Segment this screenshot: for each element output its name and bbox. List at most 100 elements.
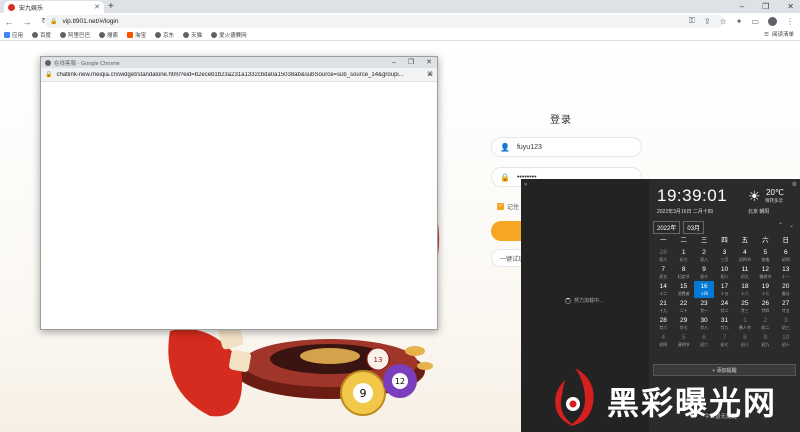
calendar-day[interactable]: 14 十二 (653, 281, 673, 298)
globe-icon (45, 59, 51, 66)
calendar-day[interactable]: 1 初七 (673, 247, 693, 264)
calendar-day[interactable]: 2 初八 (694, 247, 714, 264)
maximize-button[interactable]: ❐ (408, 57, 414, 68)
lunar-date: 廿八 (700, 325, 709, 330)
calendar-day[interactable]: 13 十一 (776, 264, 796, 281)
forward-icon[interactable]: → (22, 17, 32, 27)
calendar-day[interactable]: 6 初六 (694, 332, 714, 349)
calendar-day[interactable]: 28 初六 (653, 247, 673, 264)
lunar-date: 三月 (720, 257, 729, 262)
lunar-date: 十七 (761, 291, 770, 296)
share-icon[interactable]: ⇪ (704, 17, 711, 26)
calendar-day[interactable]: 24 廿二 (714, 298, 734, 315)
reading-list-icon: ☰ (764, 32, 769, 38)
key-icon[interactable]: ⚿ (689, 16, 695, 26)
calendar-day[interactable]: 10 初十 (776, 332, 796, 349)
menu-icon[interactable]: ⋮ (786, 17, 794, 26)
close-window-button[interactable]: ✕ (787, 0, 794, 13)
calendar-day[interactable]: 21 十九 (653, 298, 673, 315)
calendar-day[interactable]: 25 廿三 (735, 298, 755, 315)
calendar-day[interactable]: 18 十六 (735, 281, 755, 298)
calendar-day[interactable]: 31 廿九 (714, 315, 734, 332)
calendar-day[interactable]: 10 初八 (714, 264, 734, 281)
bookmark-apps[interactable]: 应用 (4, 31, 23, 39)
browser-tab[interactable]: 安九娱乐 ✕ (4, 1, 104, 13)
bookmark-baidu[interactable]: 百度 (32, 31, 51, 39)
chevron-down-icon[interactable]: ⌄ (789, 222, 794, 229)
year-select[interactable]: 2022年 (653, 221, 681, 234)
bookmark-jd[interactable]: 京东 (155, 31, 174, 39)
lunar-date: 初八 (740, 342, 749, 347)
calendar-day[interactable]: 28 廿六 (653, 315, 673, 332)
lunar-date: 春分 (781, 291, 790, 296)
day-number: 15 (680, 283, 688, 290)
maximize-button[interactable]: ❐ (762, 0, 769, 13)
month-select[interactable]: 03月 (683, 221, 705, 234)
calendar-day[interactable]: 7 初七 (714, 332, 734, 349)
chevron-up-icon[interactable]: ⌃ (778, 222, 783, 229)
translate-icon[interactable]: ⌘ (427, 71, 433, 78)
calendar-day[interactable]: 9 初九 (755, 332, 775, 349)
calendar-day[interactable]: 26 廿四 (755, 298, 775, 315)
calendar-day[interactable]: 5 清明节 (673, 332, 693, 349)
calendar-day[interactable]: 29 廿七 (673, 315, 693, 332)
popup-window-controls: – ❐ ✕ (392, 57, 432, 68)
day-number: 14 (659, 283, 667, 290)
day-number: 30 (700, 317, 708, 324)
calendar-day-today[interactable]: 16 十四 (693, 281, 715, 298)
lunar-date: 初八 (700, 257, 709, 262)
expand-icon[interactable]: » (524, 182, 527, 188)
settings-icon[interactable]: ⚙ (792, 181, 797, 188)
calendar-day[interactable]: 3 三月 (714, 247, 734, 264)
calendar-day[interactable]: 4 初四节 (735, 247, 755, 264)
bookmark-taobao[interactable]: 淘宝 (127, 31, 146, 39)
remember-checkbox[interactable]: ✓ 记住 (497, 202, 519, 211)
calendar-day[interactable]: 3 初三 (776, 315, 796, 332)
calendar-day[interactable]: 12 植树节 (755, 264, 775, 281)
calendar-day[interactable]: 23 廿一 (694, 298, 714, 315)
bookmark-label: 天猫 (191, 33, 203, 39)
calendar-day[interactable]: 15 消费者 (673, 281, 693, 298)
day-number: 9 (702, 266, 706, 273)
calendar-day[interactable]: 17 十五 (714, 281, 734, 298)
bookmark-aihuo[interactable]: 爱火德赛网 (211, 31, 247, 39)
calendar-day[interactable]: 4 初四 (653, 332, 673, 349)
minimize-button[interactable]: – (392, 57, 396, 68)
calendar-day[interactable]: 22 二十 (673, 298, 693, 315)
calendar-day[interactable]: 30 廿八 (694, 315, 714, 332)
lunar-date: 初八 (720, 274, 729, 279)
back-icon[interactable]: ← (4, 17, 14, 27)
calendar-day[interactable]: 5 惊蛰 (755, 247, 775, 264)
bookmark-search[interactable]: 搜索 (99, 31, 118, 39)
window-controls: – ❐ ✕ (740, 0, 794, 13)
username-field[interactable]: 👤 fuyu123 (491, 137, 642, 157)
sidebar-icon[interactable]: ▭ (751, 17, 759, 26)
calendar-day[interactable]: 19 十七 (755, 281, 775, 298)
calendar-day[interactable]: 20 春分 (776, 281, 796, 298)
calendar-day[interactable]: 7 初五 (653, 264, 673, 281)
calendar-day[interactable]: 6 初四 (776, 247, 796, 264)
calendar-day[interactable]: 1 愚人节 (735, 315, 755, 332)
close-tab-icon[interactable]: ✕ (94, 3, 100, 11)
reading-list[interactable]: ☰ 阅读清单 (764, 30, 794, 41)
calendar-day[interactable]: 9 初七 (694, 264, 714, 281)
clock-date: 2022年3月16日 二月十四 (657, 209, 713, 215)
new-tab-button[interactable]: + (108, 0, 114, 13)
calendar-day[interactable]: 8 初八 (735, 332, 755, 349)
calendar-day[interactable]: 2 初二 (755, 315, 775, 332)
close-button[interactable]: ✕ (426, 57, 432, 68)
calendar-day[interactable]: 11 初九 (735, 264, 755, 281)
profile-avatar[interactable] (768, 16, 777, 26)
address-bar[interactable]: 🔒 vip.tl901.net/#/login (44, 15, 724, 28)
day-number: 9 (763, 334, 768, 341)
calendar-day[interactable]: 8 妇女节 (673, 264, 693, 281)
calendar-day[interactable]: 27 廿五 (776, 298, 796, 315)
popup-address-bar[interactable]: 🔒 chatlink-new.meiqia.cn/widget/standalo… (41, 68, 437, 82)
star-icon[interactable]: ☆ (720, 17, 727, 26)
minimize-button[interactable]: – (740, 0, 744, 13)
extensions-icon[interactable]: ✦ (736, 17, 743, 26)
bookmark-tmall[interactable]: 天猫 (183, 31, 202, 39)
bookmark-alibaba[interactable]: 阿里巴巴 (60, 31, 90, 39)
lock-icon[interactable]: 🔒 (50, 18, 57, 25)
globe-icon (155, 32, 162, 38)
